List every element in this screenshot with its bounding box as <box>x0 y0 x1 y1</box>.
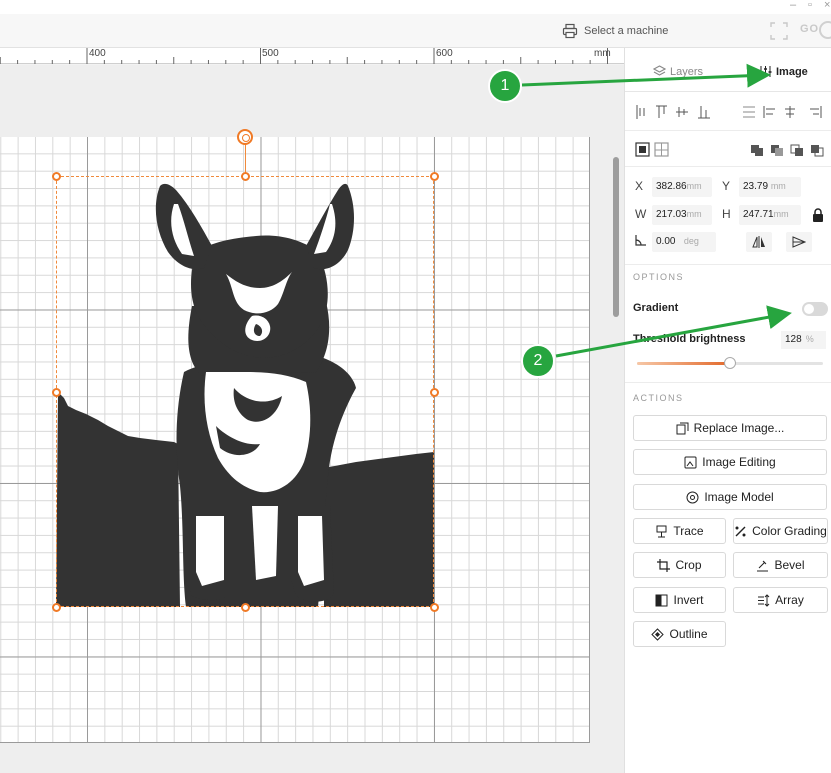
annotation-badge-2: 2 <box>521 344 555 378</box>
annotation-arrows <box>521 63 792 358</box>
annotation-badge-1: 1 <box>488 69 522 103</box>
annotation-arrow-2 <box>555 305 792 358</box>
app-window: – ▫ × Select a machine GO 400 500 600 mm <box>0 0 831 773</box>
annotation-arrow-1 <box>521 63 771 88</box>
